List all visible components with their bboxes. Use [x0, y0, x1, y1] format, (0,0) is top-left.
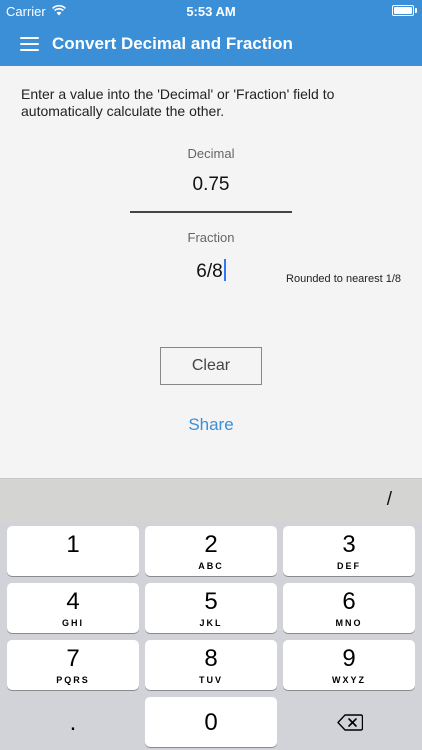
- key-digit: 1: [66, 531, 80, 558]
- backspace-key[interactable]: [283, 697, 415, 747]
- decimal-field-underline: [130, 211, 292, 213]
- share-button[interactable]: Share: [0, 415, 422, 435]
- key-digit: 7: [66, 645, 80, 672]
- battery-tip: [415, 8, 417, 13]
- key-6[interactable]: 6 MNO: [283, 583, 415, 633]
- key-letters: MNO: [335, 618, 363, 628]
- converter-panel: Enter a value into the 'Decimal' or 'Fra…: [0, 66, 422, 478]
- text-cursor: [223, 259, 226, 281]
- key-letters: DEF: [337, 561, 361, 571]
- decimal-label: Decimal: [187, 146, 235, 161]
- rounding-note: Rounded to nearest 1/8: [286, 273, 401, 285]
- key-4[interactable]: 4 GHI: [7, 583, 139, 633]
- key-5[interactable]: 5 JKL: [145, 583, 277, 633]
- key-2[interactable]: 2 ABC: [145, 526, 277, 576]
- key-0[interactable]: 0: [145, 697, 277, 747]
- hamburger-menu-icon[interactable]: [20, 37, 39, 51]
- key-9[interactable]: 9 WXYZ: [283, 640, 415, 690]
- decimal-field[interactable]: 0.75: [130, 174, 292, 196]
- key-letters: ABC: [198, 561, 224, 571]
- status-time: 5:53 AM: [186, 4, 236, 19]
- battery-icon: [392, 5, 414, 16]
- key-3[interactable]: 3 DEF: [283, 526, 415, 576]
- key-digit: 4: [66, 588, 80, 615]
- key-digit: 5: [204, 588, 218, 615]
- key-digit: .: [69, 709, 77, 736]
- key-digit: 3: [342, 531, 356, 558]
- key-letters: JKL: [199, 618, 223, 628]
- key-digit: 9: [342, 645, 356, 672]
- fraction-label: Fraction: [187, 230, 235, 245]
- key-digit: 2: [204, 531, 218, 558]
- status-bar: Carrier 5:53 AM: [0, 0, 422, 22]
- fraction-field[interactable]: 6/8: [130, 259, 292, 283]
- key-decimal-point[interactable]: .: [7, 697, 139, 747]
- key-1[interactable]: 1: [7, 526, 139, 576]
- key-digit: 8: [204, 645, 218, 672]
- instructions-text: Enter a value into the 'Decimal' or 'Fra…: [21, 86, 335, 119]
- key-digit: 0: [204, 709, 218, 736]
- key-letters: TUV: [199, 675, 223, 685]
- key-8[interactable]: 8 TUV: [145, 640, 277, 690]
- keyboard-accessory-bar: /: [0, 478, 422, 522]
- navigation-bar: Convert Decimal and Fraction: [0, 22, 422, 66]
- key-letters: GHI: [61, 618, 84, 628]
- page-title: Convert Decimal and Fraction: [52, 34, 293, 53]
- key-digit: 6: [342, 588, 356, 615]
- key-7[interactable]: 7 PQRS: [7, 640, 139, 690]
- slash-key[interactable]: /: [387, 489, 392, 511]
- numeric-keypad: 1 2 ABC 3 DEF 4 GHI 5 JKL 6 MNO 7 PQRS 8 TUV 9 W…: [0, 522, 422, 750]
- backspace-icon: [337, 714, 363, 731]
- clear-button[interactable]: Clear: [160, 347, 262, 385]
- key-letters: WXYZ: [332, 675, 366, 685]
- fraction-field-value: 6/8: [196, 261, 223, 282]
- key-letters: PQRS: [56, 675, 90, 685]
